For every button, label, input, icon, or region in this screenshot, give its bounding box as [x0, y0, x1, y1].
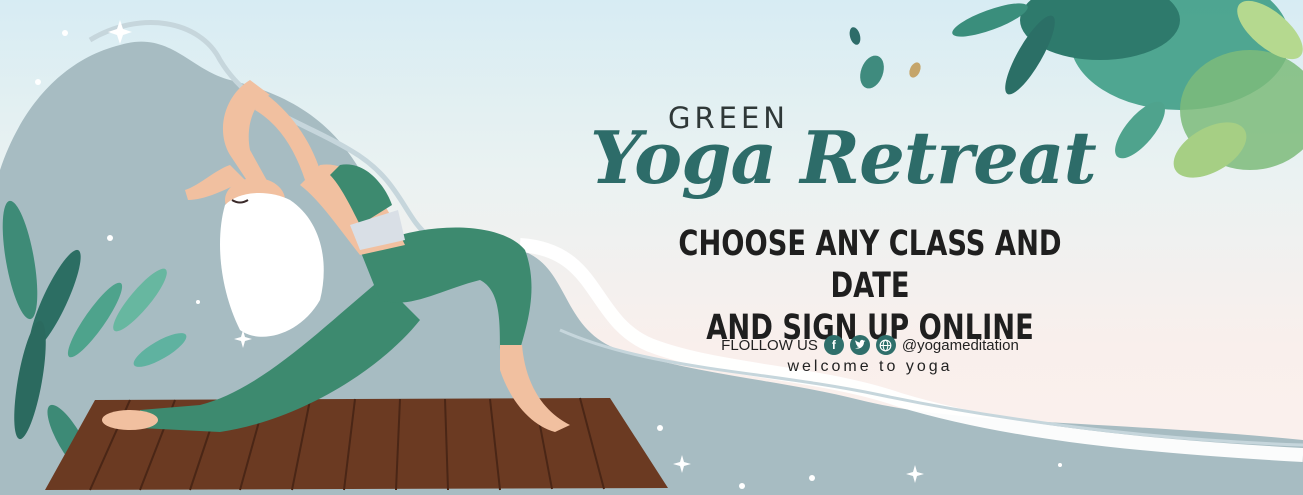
headline: CHOOSE ANY CLASS AND DATE AND SIGN UP ON…: [652, 223, 1089, 349]
follow-label: FLOLLOW US: [721, 336, 818, 354]
tagline: welcome to yoga: [787, 358, 953, 375]
social-handle[interactable]: @yogameditation: [902, 337, 1019, 354]
headline-line-1: CHOOSE ANY CLASS AND DATE: [678, 224, 1062, 306]
twitter-icon[interactable]: [849, 335, 870, 355]
social-row: FLOLLOW US f @yogameditation: [660, 335, 1080, 355]
brand-script-title: Yoga Retreat: [590, 115, 1097, 200]
facebook-icon[interactable]: f: [823, 335, 844, 355]
floating-leaf: [909, 62, 921, 78]
floating-leaf: [860, 55, 884, 89]
globe-icon[interactable]: [875, 335, 896, 355]
floating-leaf: [849, 27, 861, 45]
yoga-retreat-banner: GREEN Yoga Retreat CHOOSE ANY CLASS AND …: [0, 0, 1303, 495]
